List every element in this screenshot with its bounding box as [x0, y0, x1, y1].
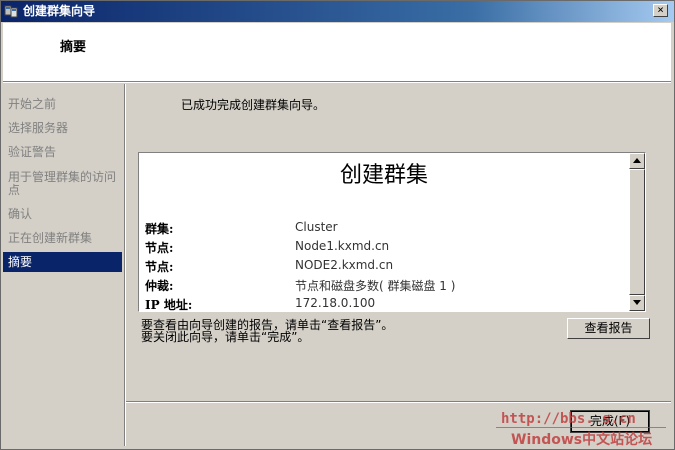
- scroll-down-button[interactable]: [629, 295, 645, 311]
- report-title: 创建群集: [339, 163, 428, 188]
- report-value-quorum: 节点和磁盘多数( 群集磁盘 1 ): [295, 279, 456, 293]
- step-access-point: 用于管理群集的访问点: [8, 170, 117, 197]
- step-summary: 摘要: [3, 252, 122, 272]
- step-before-you-begin: 开始之前: [8, 97, 57, 111]
- report-value-ip: 172.18.0.100: [295, 296, 376, 310]
- report-value-node1: Node1.kxmd.cn: [295, 239, 390, 253]
- hint-close-wizard: 要关闭此向导，请单击“完成”。: [141, 330, 310, 344]
- title-bar[interactable]: 创建群集向导 ×: [1, 1, 674, 22]
- nav-divider: [125, 84, 126, 446]
- header-divider: [3, 82, 671, 83]
- report-value-node2: NODE2.kxmd.cn: [295, 258, 394, 272]
- report-label-cluster: 群集:: [145, 222, 174, 236]
- report-label-ip: IP 地址:: [145, 298, 193, 312]
- wizard-step-list: 开始之前 选择服务器 验证警告 用于管理群集的访问点 确认 正在创建新群集 摘要: [3, 84, 125, 446]
- step-select-servers: 选择服务器: [8, 121, 69, 135]
- close-button[interactable]: ×: [653, 4, 668, 17]
- report-viewer[interactable]: 创建群集 群集: Cluster 节点: Node1.kxmd.cn 节点: N…: [138, 152, 646, 312]
- success-message: 已成功完成创建群集向导。: [181, 98, 326, 112]
- report-label-quorum: 仲裁:: [145, 279, 174, 293]
- report-content: 创建群集 群集: Cluster 节点: Node1.kxmd.cn 节点: N…: [139, 153, 629, 311]
- report-label-node2: 节点:: [145, 260, 174, 274]
- scroll-thumb[interactable]: [629, 169, 645, 295]
- step-validation-warning: 验证警告: [8, 145, 57, 159]
- wizard-window: 创建群集向导 × 摘要 开始之前 选择服务器 验证警告 用于管理群集的访问点 确…: [0, 0, 675, 450]
- step-confirmation: 确认: [8, 207, 33, 221]
- arrow-down-icon: [633, 300, 641, 305]
- report-value-cluster: Cluster: [295, 220, 338, 234]
- footer-divider-highlight: [126, 402, 671, 403]
- close-icon: ×: [657, 3, 664, 16]
- watermark-url: http://bbs. s.cn: [501, 411, 636, 427]
- watermark-underline: [496, 427, 666, 428]
- watermark-site-name: Windows中文站论坛: [511, 432, 653, 448]
- page-title: 摘要: [60, 40, 87, 55]
- step-creating-cluster: 正在创建新群集: [8, 231, 93, 245]
- wizard-app-icon: [4, 5, 18, 18]
- report-label-node1: 节点:: [145, 241, 174, 255]
- scroll-up-button[interactable]: [629, 153, 645, 169]
- view-report-button[interactable]: 查看报告: [567, 318, 650, 339]
- wizard-header: 摘要: [3, 23, 671, 82]
- window-title: 创建群集向导: [23, 4, 96, 18]
- arrow-up-icon: [633, 158, 641, 163]
- report-scrollbar[interactable]: [629, 153, 645, 311]
